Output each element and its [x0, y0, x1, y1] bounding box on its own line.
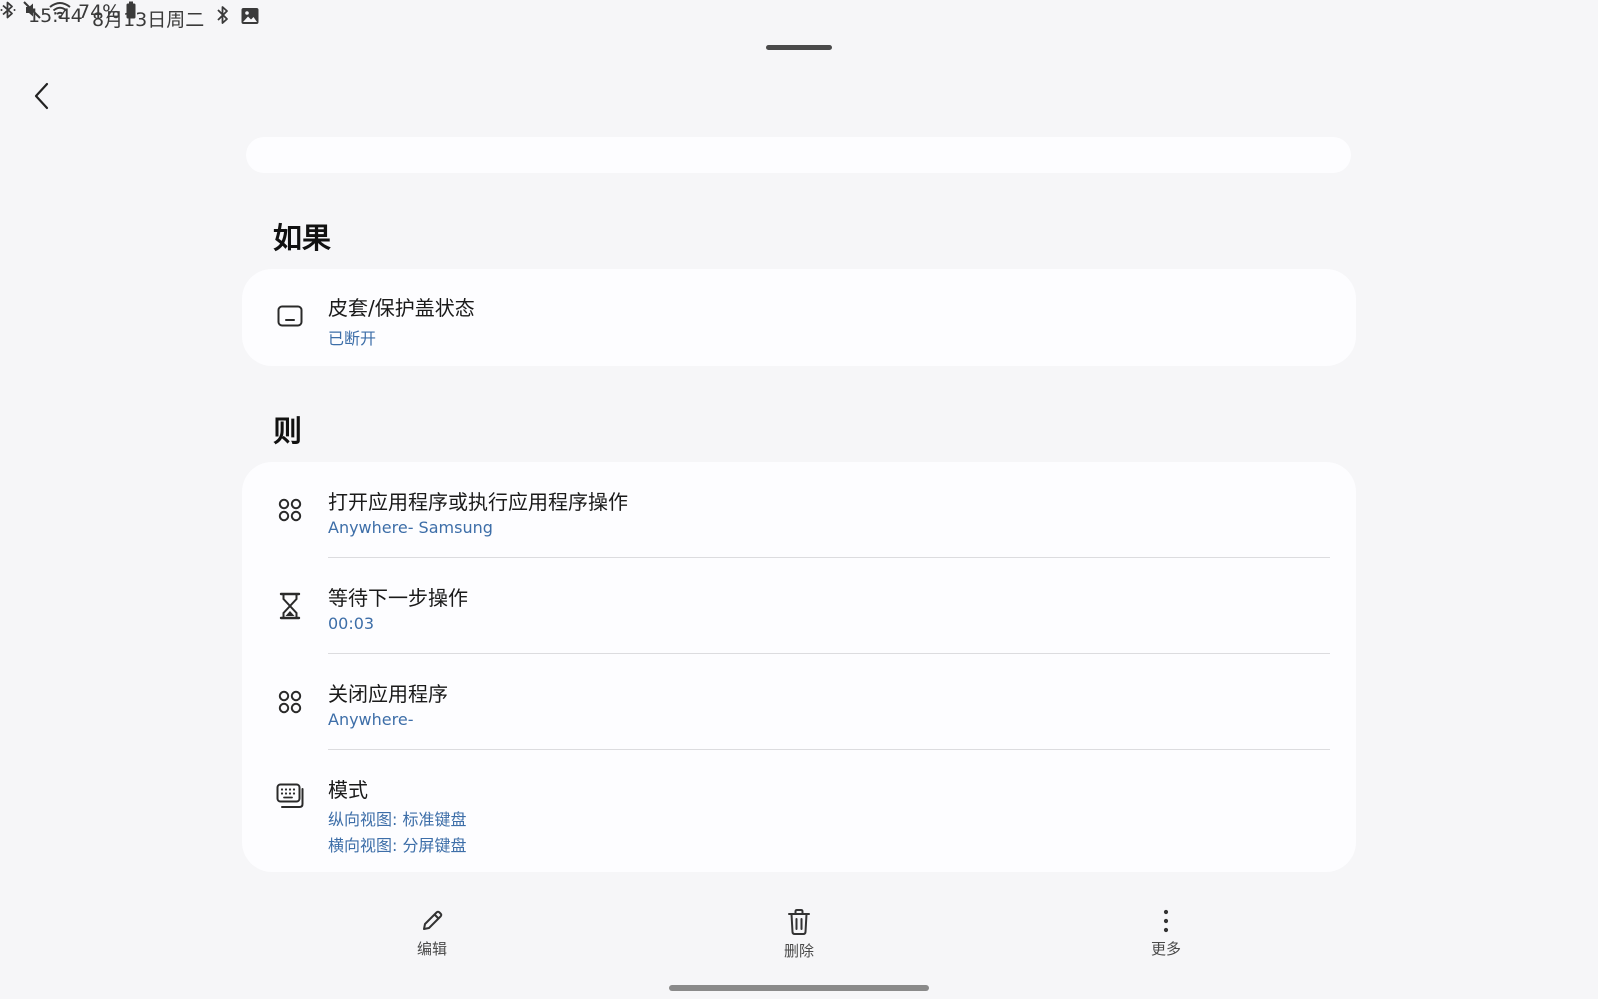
bluetooth-icon — [214, 4, 232, 26]
scrolled-card-edge — [246, 137, 1351, 173]
edit-button[interactable]: 编辑 — [392, 908, 472, 968]
action-value-portrait: 纵向视图: 标准键盘 — [328, 810, 467, 829]
cover-icon — [274, 300, 306, 332]
action-title: 打开应用程序或执行应用程序操作 — [328, 490, 628, 514]
apps-icon — [274, 686, 306, 718]
delete-button[interactable]: 删除 — [759, 908, 839, 968]
edit-label: 编辑 — [416, 940, 447, 958]
condition-value: 已断开 — [328, 329, 377, 348]
condition-item-cover-state[interactable]: 皮套/保护盖状态 已断开 — [242, 269, 1356, 366]
back-button[interactable] — [22, 76, 62, 116]
more-button[interactable]: 更多 — [1126, 908, 1206, 968]
back-arrow-icon — [34, 82, 49, 110]
then-card: 打开应用程序或执行应用程序操作 Anywhere- Samsung 等待下一步操… — [242, 462, 1356, 872]
status-date: 8月13日周二 — [92, 9, 205, 31]
status-time: 15:44 — [28, 5, 83, 27]
pencil-icon — [423, 910, 443, 930]
more-label: 更多 — [1150, 940, 1181, 958]
condition-title: 皮套/保护盖状态 — [328, 296, 475, 320]
action-title: 关闭应用程序 — [328, 682, 448, 706]
action-title: 等待下一步操作 — [328, 586, 468, 610]
keyboard-icon — [274, 780, 306, 812]
action-item-wait[interactable]: 等待下一步操作 00:03 — [242, 558, 1356, 654]
if-card: 皮套/保护盖状态 已断开 — [242, 269, 1356, 366]
drag-handle[interactable] — [766, 45, 832, 50]
more-vertical-icon — [1163, 909, 1169, 933]
action-item-open-app[interactable]: 打开应用程序或执行应用程序操作 Anywhere- Samsung — [242, 462, 1356, 558]
section-title-then: 则 — [273, 414, 303, 448]
section-title-if: 如果 — [273, 221, 332, 255]
action-value: Anywhere- Samsung — [328, 518, 493, 537]
trash-icon — [788, 909, 810, 935]
action-value: 00:03 — [328, 614, 375, 633]
hourglass-icon — [274, 590, 306, 622]
apps-icon — [274, 494, 306, 526]
bluetooth-icon — [0, 0, 16, 24]
action-item-close-app[interactable]: 关闭应用程序 Anywhere- — [242, 654, 1356, 750]
image-icon — [240, 6, 260, 26]
action-value: Anywhere- — [328, 710, 414, 729]
home-indicator[interactable] — [669, 985, 929, 991]
delete-label: 删除 — [783, 942, 814, 960]
action-title: 模式 — [328, 778, 368, 802]
action-value-landscape: 横向视图: 分屏键盘 — [328, 836, 467, 855]
status-bar: 15:44 8月13日周二 74% — [0, 0, 1598, 34]
action-item-keyboard-mode[interactable]: 模式 纵向视图: 标准键盘 横向视图: 分屏键盘 — [242, 750, 1356, 872]
